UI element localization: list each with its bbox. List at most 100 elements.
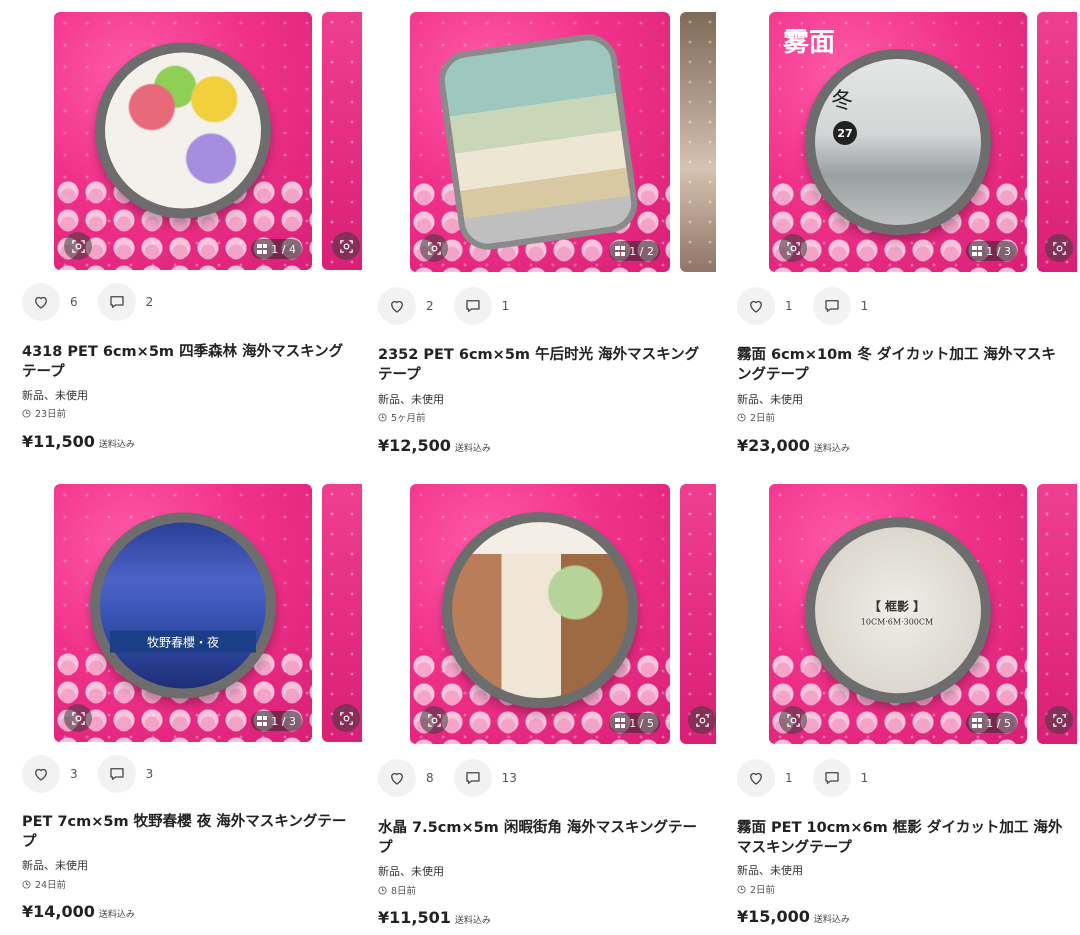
next-photo-preview[interactable] xyxy=(322,12,362,270)
comment-count: 1 xyxy=(501,299,510,313)
listing-image-carousel[interactable]: 雾面 冬 27 1 / 3 xyxy=(769,12,1079,274)
like-count: 3 xyxy=(70,767,78,781)
listing-photo[interactable]: 1 / 4 xyxy=(54,12,312,270)
listing-title[interactable]: PET 7cm×5m 牧野春櫻 夜 海外マスキングテープ xyxy=(22,812,352,852)
social-bar: 1 1 xyxy=(737,758,888,798)
grid-icon xyxy=(972,718,983,728)
listing-photo[interactable]: 牧野春櫻・夜 1 / 3 xyxy=(54,484,312,742)
comment-icon xyxy=(110,296,124,308)
image-counter: 1 / 2 xyxy=(609,241,660,261)
listing-card[interactable]: 1 / 4 6 2 4318 PET 6cm×5m 四季森林 海外マスキングテー… xyxy=(22,12,372,472)
like-button[interactable] xyxy=(737,287,775,325)
image-search-icon[interactable] xyxy=(779,234,807,262)
listing-title[interactable]: 4318 PET 6cm×5m 四季森林 海外マスキングテープ xyxy=(22,342,352,382)
grid-icon xyxy=(257,244,268,254)
next-photo-preview[interactable] xyxy=(680,484,716,744)
image-counter: 1 / 4 xyxy=(251,239,302,259)
image-search-icon[interactable] xyxy=(332,232,360,260)
listing-card[interactable]: 雾面 冬 27 1 / 3 1 1 霧面 6cm×10m 冬 ダイカット加工 海… xyxy=(737,12,1080,472)
listing-image-carousel[interactable]: 1 / 2 xyxy=(410,12,716,274)
next-photo-preview[interactable] xyxy=(1037,12,1077,272)
image-counter: 1 / 3 xyxy=(251,711,302,731)
comment-count: 3 xyxy=(145,767,154,781)
listing-card[interactable]: 【 框影 】 10CM·6M·300CM 1 / 5 1 1 霧面 PET 10 xyxy=(737,484,1080,930)
tape-label-band: 牧野春櫻・夜 xyxy=(110,630,256,653)
like-count: 8 xyxy=(426,771,434,785)
listing-image-carousel[interactable]: 【 框影 】 10CM·6M·300CM 1 / 5 xyxy=(769,484,1079,746)
clock-icon xyxy=(378,412,387,422)
comment-button[interactable] xyxy=(812,287,851,325)
listing-title[interactable]: 霧面 6cm×10m 冬 ダイカット加工 海外マスキングテープ xyxy=(737,345,1067,385)
listing-card[interactable]: 牧野春櫻・夜 1 / 3 3 3 PET 7cm×5m 牧野春櫻 夜 海外マスキ… xyxy=(22,484,372,924)
listing-title[interactable]: 2352 PET 6cm×5m 午后时光 海外マスキングテープ xyxy=(378,345,708,385)
image-search-icon[interactable] xyxy=(779,706,807,734)
listing-image-carousel[interactable]: 1 / 4 xyxy=(54,12,364,274)
image-search-icon[interactable] xyxy=(64,704,92,732)
comment-button[interactable] xyxy=(97,755,136,793)
tape-roll: 冬 27 xyxy=(805,49,991,235)
like-count: 1 xyxy=(785,771,793,785)
next-photo-preview[interactable] xyxy=(322,484,362,742)
clock-icon xyxy=(22,879,31,889)
listing-condition: 新品、未使用 xyxy=(737,393,803,406)
comment-button[interactable] xyxy=(453,287,492,325)
comment-icon xyxy=(466,772,480,784)
listing-photo[interactable]: 雾面 冬 27 1 / 3 xyxy=(769,12,1027,272)
clock-icon xyxy=(737,884,746,894)
tape-spec: 10CM·6M·300CM xyxy=(860,617,934,627)
listing-card[interactable]: 1 / 5 8 13 水晶 7.5cm×5m 闲暇街角 海外マスキングテープ 新… xyxy=(378,484,728,930)
listing-image-carousel[interactable]: 牧野春櫻・夜 1 / 3 xyxy=(54,484,364,746)
grid-icon xyxy=(615,718,626,728)
comment-button[interactable] xyxy=(97,283,136,321)
comment-count: 1 xyxy=(860,771,869,785)
like-count: 6 xyxy=(70,295,78,309)
image-search-icon[interactable] xyxy=(1045,234,1073,262)
listing-condition: 新品、未使用 xyxy=(22,859,88,872)
comment-icon xyxy=(466,300,480,312)
listing-time: 24日前 xyxy=(22,877,66,891)
listing-time: 2日前 xyxy=(737,410,775,424)
grid-icon xyxy=(615,246,626,256)
image-counter: 1 / 5 xyxy=(966,713,1017,733)
listing-condition: 新品、未使用 xyxy=(378,393,444,406)
comment-count: 2 xyxy=(145,295,154,309)
listing-title[interactable]: 霧面 PET 10cm×6m 框影 ダイカット加工 海外マスキングテープ xyxy=(737,818,1067,858)
next-photo-preview[interactable] xyxy=(680,12,716,272)
image-search-icon[interactable] xyxy=(420,706,448,734)
image-search-icon[interactable] xyxy=(688,706,716,734)
tape-roll xyxy=(95,42,271,219)
listing-title[interactable]: 水晶 7.5cm×5m 闲暇街角 海外マスキングテープ xyxy=(378,818,708,858)
like-button[interactable] xyxy=(737,759,775,797)
image-search-icon[interactable] xyxy=(1045,706,1073,734)
image-overlay-text: 雾面 xyxy=(783,28,836,58)
listing-condition: 新品、未使用 xyxy=(378,865,444,878)
listing-card[interactable]: 1 / 2 2 1 2352 PET 6cm×5m 午后时光 海外マスキングテー… xyxy=(378,12,728,472)
like-button[interactable] xyxy=(22,755,60,793)
comment-icon xyxy=(825,772,839,784)
like-button[interactable] xyxy=(378,287,416,325)
listing-time: 8日前 xyxy=(378,883,416,897)
comment-button[interactable] xyxy=(812,759,851,797)
like-button[interactable] xyxy=(378,759,416,797)
like-count: 1 xyxy=(785,299,793,313)
listing-time: 2日前 xyxy=(737,882,775,896)
listing-price: ¥14,000 送料込み xyxy=(22,902,135,921)
image-search-icon[interactable] xyxy=(420,234,448,262)
heart-icon xyxy=(391,772,403,785)
social-bar: 8 13 xyxy=(378,758,537,798)
clock-icon xyxy=(737,412,746,422)
like-button[interactable] xyxy=(22,283,60,321)
listing-price: ¥15,000 送料込み xyxy=(737,907,850,926)
listing-photo[interactable]: 1 / 5 xyxy=(410,484,670,744)
listing-image-carousel[interactable]: 1 / 5 xyxy=(410,484,716,746)
image-search-icon[interactable] xyxy=(64,232,92,260)
listing-photo[interactable]: 【 框影 】 10CM·6M·300CM 1 / 5 xyxy=(769,484,1027,744)
comment-count: 13 xyxy=(501,771,517,785)
social-bar: 3 3 xyxy=(22,754,173,794)
tape-kanji: 冬 xyxy=(831,89,854,114)
listing-photo[interactable]: 1 / 2 xyxy=(410,12,670,272)
next-photo-preview[interactable] xyxy=(1037,484,1077,744)
comment-button[interactable] xyxy=(453,759,492,797)
image-search-icon[interactable] xyxy=(332,704,360,732)
grid-icon xyxy=(257,716,268,726)
